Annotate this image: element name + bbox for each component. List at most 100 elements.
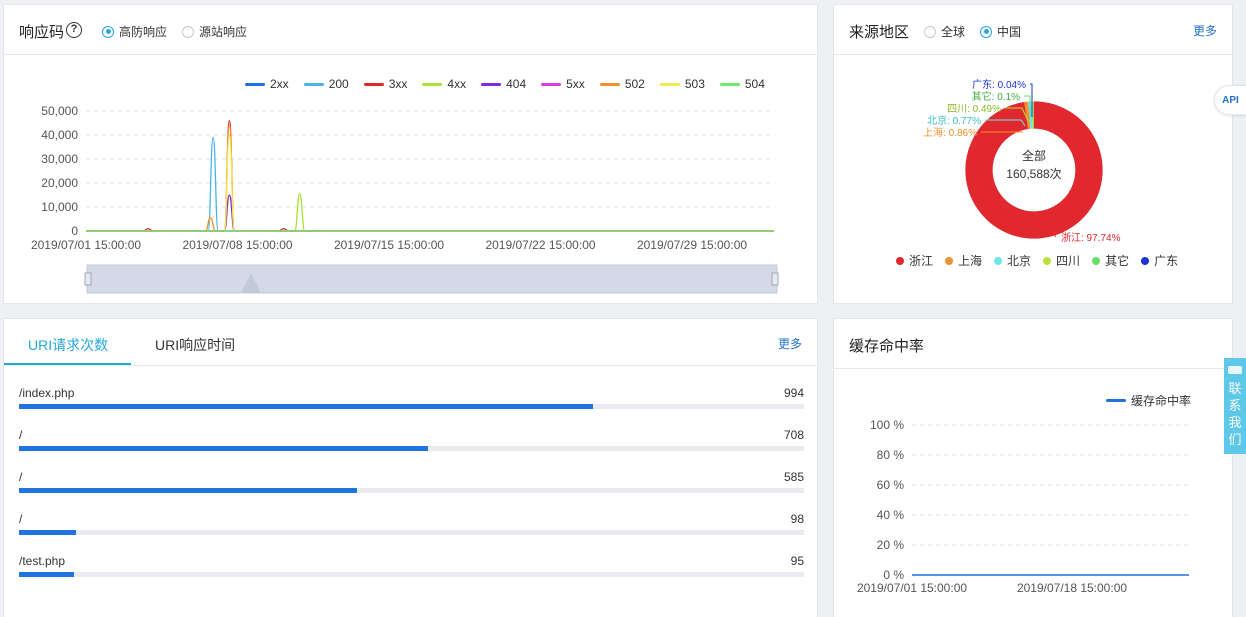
response-code-title: 响应码 — [19, 24, 65, 41]
slice-label-四川: 四川: 0.49% — [947, 104, 1001, 115]
response-code-chart: 50,00040,00030,00020,00010,00002019/07/0… — [31, 104, 779, 294]
uri-count: 994 — [783, 386, 804, 400]
region-legend: 浙江 上海 北京 四川 其它 广东 — [896, 252, 1190, 269]
radio-label: 高防响应 — [119, 25, 168, 39]
uri-count: 95 — [790, 554, 804, 568]
series-line-404 — [86, 194, 774, 232]
help-icon[interactable]: ? — [66, 22, 82, 38]
uri-bar-fill — [19, 446, 428, 451]
radio-label: 中国 — [997, 25, 1022, 39]
series-line-4xx — [86, 193, 774, 232]
uri-count: 98 — [790, 512, 804, 526]
legend-item-广东[interactable]: 广东 — [1141, 252, 1178, 269]
source-region-header: 来源地区 全球 中国 更多 — [834, 5, 1232, 55]
radio-china[interactable]: 中国 — [980, 23, 1021, 40]
slice-label-其它: 其它: 0.1% — [972, 90, 1020, 103]
uri-row[interactable]: / 708 — [19, 428, 804, 470]
uri-row[interactable]: / 98 — [19, 512, 804, 554]
legend-item-上海[interactable]: 上海 — [945, 252, 982, 269]
x-tick-label: 2019/07/15 15:00:00 — [334, 238, 444, 252]
uri-path: / — [19, 512, 23, 526]
legend-swatch — [1092, 256, 1101, 265]
radio-checked-icon — [102, 25, 114, 38]
cache-hit-header: 缓存命中率 — [834, 319, 1232, 369]
contact-us-label: 联系我们 — [1228, 381, 1242, 447]
response-code-panel: 响应码 ? 高防响应 源站响应 2xx 200 3xx 4xx 404 5xx 502 503… — [3, 4, 818, 304]
uri-bar-fill — [19, 572, 74, 577]
uri-path: /index.php — [19, 386, 75, 400]
uri-count: 585 — [783, 470, 804, 484]
radio-origin-response[interactable]: 源站响应 — [182, 23, 247, 40]
region-donut-chart: 全部 160,588次浙江: 97.74% 上海: 0.86%北京: 0.77%四川… — [923, 78, 1121, 244]
slice-label-广东: 广东: 0.04% — [972, 78, 1026, 91]
uri-bar-track — [19, 446, 804, 451]
uri-bar-track — [19, 488, 804, 493]
x-tick-label: 2019/07/01 15:00:00 — [31, 238, 141, 252]
cache-hit-title: 缓存命中率 — [849, 338, 925, 355]
legend-item-北京[interactable]: 北京 — [994, 252, 1031, 269]
uri-bar-fill — [19, 530, 76, 535]
y-tick-label: 20 % — [877, 538, 905, 552]
legend-swatch — [1141, 256, 1150, 265]
radio-global[interactable]: 全球 — [924, 23, 965, 40]
radio-unchecked-icon — [182, 25, 194, 38]
radio-label: 源站响应 — [199, 25, 248, 39]
legend-label: 浙江 — [909, 254, 934, 268]
x-tick-label: 2019/07/29 15:00:00 — [637, 238, 747, 252]
legend-item-其它[interactable]: 其它 — [1092, 252, 1129, 269]
tab-uri-response-time[interactable]: URI响应时间 — [155, 335, 235, 355]
uri-more-link[interactable]: 更多 — [778, 335, 802, 352]
legend-label: 四川 — [1056, 254, 1081, 268]
zoom-handle-right — [771, 272, 779, 286]
y-tick-label: 20,000 — [41, 176, 78, 190]
contact-us-floating-tab[interactable]: 联系我们 — [1224, 358, 1246, 454]
legend-swatch — [1043, 256, 1052, 265]
y-tick-label: 40 % — [877, 508, 905, 522]
x-tick-label: 2019/07/08 15:00:00 — [182, 238, 292, 252]
zoom-slider-track — [86, 264, 778, 294]
uri-path: / — [19, 428, 23, 442]
api-floating-tab[interactable]: API — [1214, 85, 1246, 115]
radio-label: 全球 — [941, 25, 966, 39]
uri-path: / — [19, 470, 23, 484]
y-tick-label: 60 % — [877, 478, 905, 492]
donut-center-value: 160,588次 — [1006, 167, 1061, 181]
legend-swatch — [945, 256, 954, 265]
uri-path: /test.php — [19, 554, 66, 568]
series-line-200 — [86, 136, 774, 232]
donut-center-label: 全部 — [1022, 148, 1046, 163]
uri-row[interactable]: /index.php 994 — [19, 386, 804, 428]
y-tick-label: 100 % — [870, 418, 904, 432]
legend-item-四川[interactable]: 四川 — [1043, 252, 1080, 269]
y-tick-label: 0 % — [883, 568, 904, 582]
uri-tabs: URI请求次数 URI响应时间 更多 — [4, 319, 817, 366]
y-tick-label: 0 — [71, 224, 78, 238]
legend-swatch — [896, 256, 904, 265]
chat-icon — [1228, 366, 1242, 374]
radio-checked-icon — [980, 25, 992, 38]
radio-unchecked-icon — [924, 25, 936, 38]
source-region-title: 来源地区 — [849, 24, 910, 41]
x-tick-label: 2019/07/22 15:00:00 — [485, 238, 595, 252]
uri-panel: URI请求次数 URI响应时间 更多 /index.php 994 / 708 / 585… — [3, 318, 818, 617]
radio-ddos-response[interactable]: 高防响应 — [102, 23, 167, 40]
legend-label: 广东 — [1154, 254, 1179, 268]
slice-label-浙江: 浙江: 97.74% — [1061, 232, 1121, 244]
response-code-header: 响应码 ? 高防响应 源站响应 — [4, 5, 817, 55]
uri-bar-track — [19, 572, 804, 577]
legend-item-浙江[interactable]: 浙江 — [896, 252, 933, 269]
uri-row[interactable]: / 585 — [19, 470, 804, 512]
legend-label: 其它 — [1105, 254, 1130, 268]
series-line-502 — [86, 124, 774, 232]
active-tab-underline — [4, 363, 131, 365]
y-tick-label: 80 % — [877, 448, 905, 462]
uri-bar-track — [19, 404, 804, 409]
y-tick-label: 50,000 — [41, 104, 78, 118]
tab-uri-request-count[interactable]: URI请求次数 — [28, 335, 108, 355]
uri-bar-track — [19, 530, 804, 535]
region-more-link[interactable]: 更多 — [1193, 22, 1217, 39]
uri-bar-fill — [19, 404, 593, 409]
x-tick-label: 2019/07/01 15:00:00 — [857, 581, 967, 595]
source-region-panel: 来源地区 全球 中国 更多 全部 160,588次 浙江: 97.74% 上海: 0.… — [833, 4, 1233, 304]
uri-row[interactable]: /test.php 95 — [19, 554, 804, 596]
